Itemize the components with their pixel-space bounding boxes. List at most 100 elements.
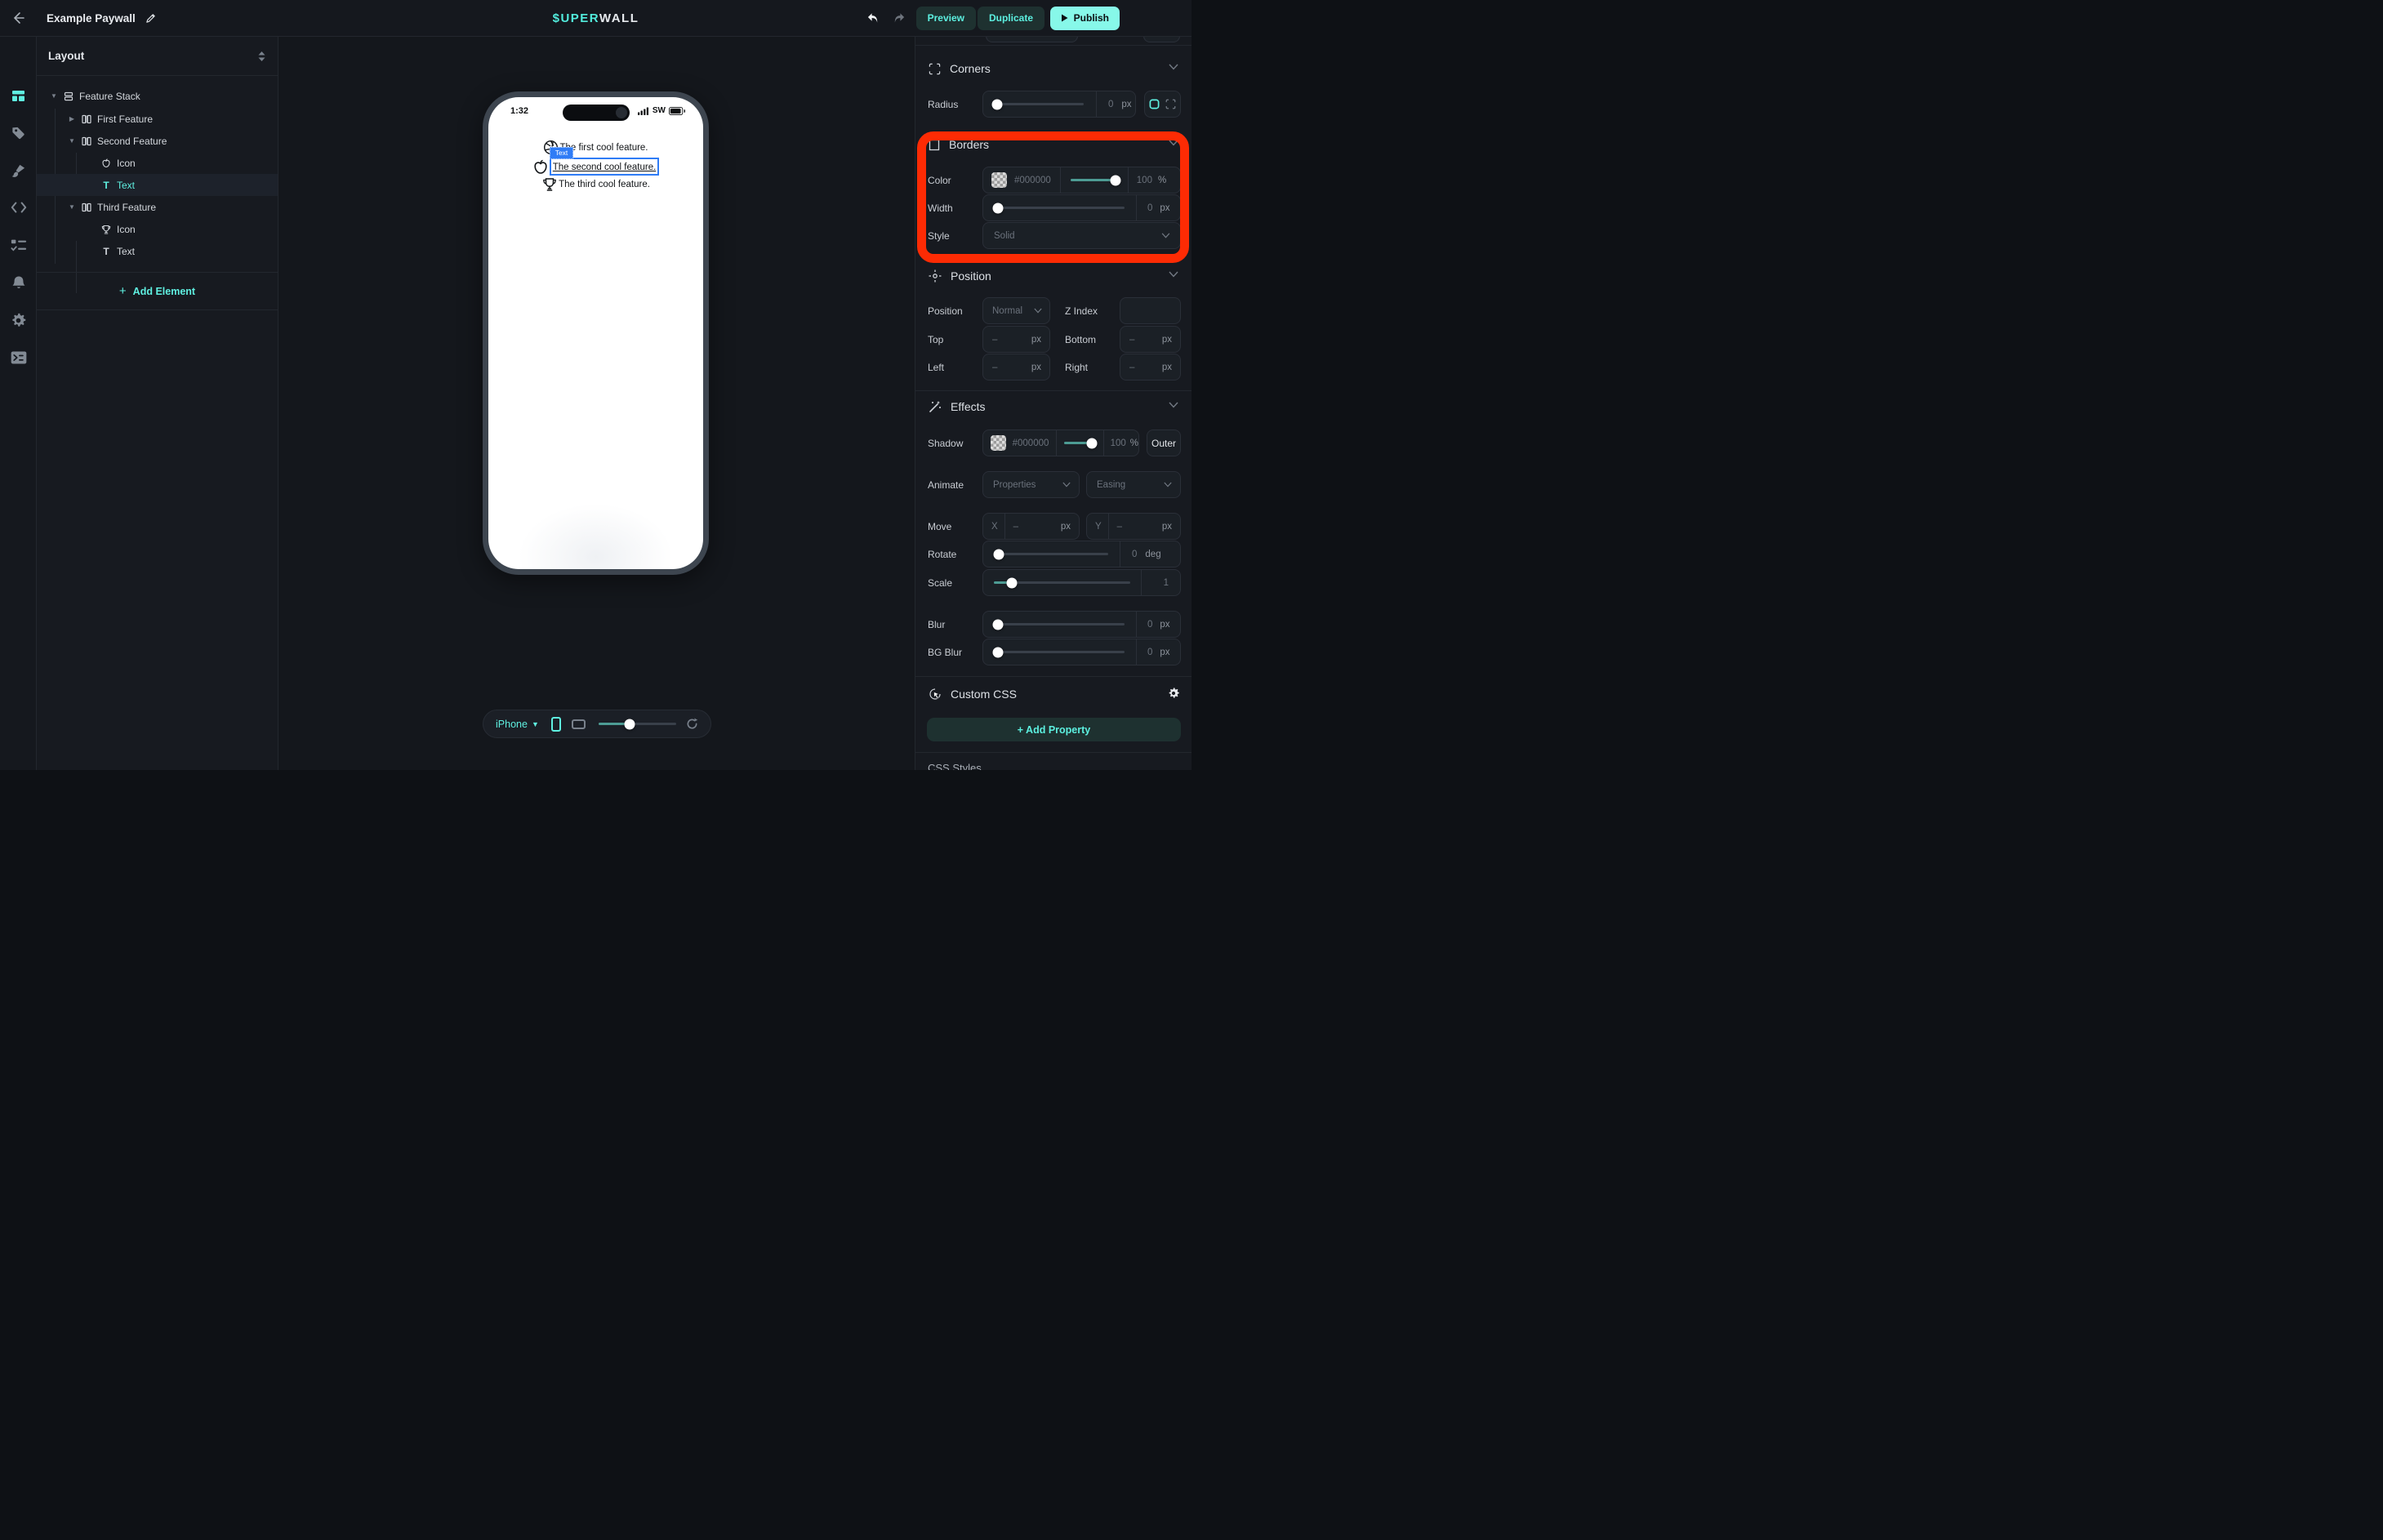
status-bar: 1:32 SW [488,105,703,121]
border-width-slider[interactable] [994,207,1125,209]
uniform-radius-icon[interactable] [1149,99,1160,109]
scale-value[interactable]: 1 [1164,578,1169,588]
caret-right-icon[interactable]: ▶ [68,115,76,122]
nav-notifications[interactable] [0,270,37,295]
editor-canvas[interactable]: 1:32 SW [279,37,915,770]
landscape-orientation-button[interactable] [572,719,586,729]
back-button[interactable] [11,11,25,25]
right-input[interactable]: – px [1120,354,1181,381]
shadow-opacity-knob[interactable] [1086,438,1097,448]
border-opacity-knob[interactable] [1111,175,1121,185]
selected-text-element[interactable]: Text The second cool feature. [550,158,660,176]
shadow-hex[interactable]: #000000 [1013,438,1049,448]
borders-section-header[interactable]: Borders [929,136,989,154]
z-index-input[interactable] [1120,297,1181,324]
radius-slider-knob[interactable] [992,99,1003,109]
duplicate-button[interactable]: Duplicate [978,7,1045,30]
nav-settings[interactable] [0,308,37,332]
effects-section-header[interactable]: Effects [929,398,986,416]
position-mode-select[interactable]: Normal [982,297,1050,324]
rotate-value[interactable]: 0 [1132,550,1137,559]
rotate-knob[interactable] [993,549,1004,559]
rename-button[interactable] [145,13,156,24]
refresh-button[interactable] [686,718,698,730]
shadow-color-swatch[interactable] [991,435,1006,451]
scale-slider[interactable] [994,581,1130,584]
animate-properties-select[interactable]: Properties [982,471,1080,498]
add-property-button[interactable]: + Add Property [927,718,1181,741]
nav-theme[interactable] [0,158,37,183]
position-section-header[interactable]: Position [929,267,991,285]
chevron-down-icon[interactable]: ▼ [532,720,539,728]
border-width-knob[interactable] [992,203,1003,213]
tree-item-text[interactable]: T Text [37,240,278,262]
color-swatch[interactable] [991,172,1007,188]
feature-row-3[interactable]: The third cool feature. [488,176,703,193]
tree-item-text-selected[interactable]: T Text [37,174,278,196]
border-color-hex[interactable]: #000000 [1014,176,1051,185]
add-element-button[interactable]: + Add Element [37,273,278,309]
nav-products[interactable] [0,120,37,145]
scale-knob[interactable] [1006,577,1017,588]
status-time: 1:32 [510,106,528,116]
caret-down-icon[interactable]: ▼ [68,137,76,145]
top-input[interactable]: – px [982,326,1050,353]
nav-code[interactable] [0,195,37,220]
per-corner-radius-icon[interactable] [1165,99,1176,109]
radius-value[interactable]: 0 [1108,100,1113,109]
tree-item-third-feature[interactable]: ▼ Third Feature [37,196,278,218]
publish-button[interactable]: Publish [1050,7,1120,30]
left-placeholder: – [992,363,997,372]
blur-slider[interactable] [994,623,1125,625]
caret-down-icon[interactable]: ▼ [68,203,76,211]
blur-value[interactable]: 0 [1147,620,1152,630]
shadow-opacity-value[interactable]: 100 [1111,438,1126,448]
chevron-down-icon[interactable] [1169,271,1178,278]
tree-item-label: Text [117,246,135,257]
chevron-down-icon[interactable] [1169,402,1178,408]
sort-icon[interactable] [257,51,266,62]
shadow-opacity-slider[interactable] [1064,442,1094,444]
nav-rules[interactable] [0,233,37,257]
rotate-slider[interactable] [994,553,1108,555]
radius-slider[interactable] [994,103,1084,105]
bottom-input[interactable]: – px [1120,326,1181,353]
undo-button[interactable] [866,11,880,24]
css-settings-gear-icon[interactable] [1168,688,1179,699]
border-opacity-value[interactable]: 100 [1137,176,1152,185]
left-input[interactable]: – px [982,354,1050,381]
animate-easing-select[interactable]: Easing [1086,471,1181,498]
caret-down-icon[interactable]: ▼ [50,92,58,100]
border-style-select[interactable]: Solid [982,222,1181,249]
tree-item-feature-stack[interactable]: ▼ Feature Stack [37,85,278,107]
preview-button[interactable]: Preview [916,7,976,30]
bg-blur-slider[interactable] [994,651,1125,653]
tree-item-icon-apple[interactable]: Icon [37,152,278,174]
feature-row-2[interactable]: Text The second cool feature. [488,158,703,176]
corners-section-header[interactable]: Corners [929,60,991,78]
nav-console[interactable] [0,345,37,370]
device-select[interactable]: iPhone [496,719,528,730]
chevron-down-icon[interactable] [1169,64,1178,70]
tree-item-second-feature[interactable]: ▼ Second Feature [37,130,278,152]
move-x-input[interactable]: X – px [982,513,1080,540]
tree-item-first-feature[interactable]: ▶ First Feature [37,108,278,130]
tree-item-icon-trophy[interactable]: Icon [37,218,278,240]
phone-screen[interactable]: 1:32 SW [488,97,703,569]
portrait-orientation-button[interactable] [551,717,561,732]
feature-row-1[interactable]: The first cool feature. [488,140,703,155]
chevron-down-icon[interactable] [1169,140,1178,146]
zoom-slider-knob[interactable] [624,719,635,729]
nav-layout[interactable] [0,83,37,108]
bg-blur-knob[interactable] [992,647,1003,657]
border-width-value[interactable]: 0 [1147,203,1152,213]
shadow-outer-button[interactable]: Outer [1147,430,1181,456]
redo-button[interactable] [892,11,906,24]
blur-knob[interactable] [992,619,1003,630]
custom-css-section-header[interactable]: Custom CSS [929,685,1017,703]
layout-panel-title: Layout [48,50,257,62]
zoom-slider[interactable] [599,723,676,725]
bg-blur-value[interactable]: 0 [1147,648,1152,657]
border-opacity-slider[interactable] [1071,179,1118,181]
move-y-input[interactable]: Y – px [1086,513,1181,540]
